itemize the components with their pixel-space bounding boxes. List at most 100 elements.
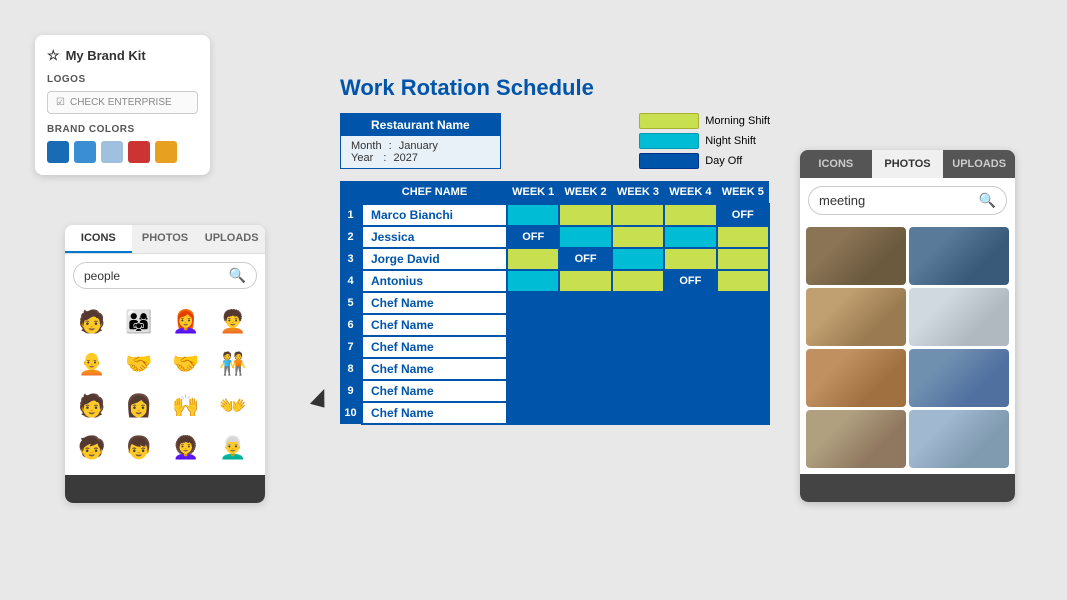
check-enterprise-button[interactable]: ☑ CHECK ENTERPRISE <box>47 91 198 114</box>
photos-search-input[interactable] <box>819 193 974 208</box>
photos-panel: ICONS PHOTOS UPLOADS 🔍 <box>800 150 1015 502</box>
cell-week3 <box>612 248 664 270</box>
legend-night: Night Shift <box>639 133 770 149</box>
schedule-info-body: Month : January Year : 2027 <box>341 136 500 168</box>
photo-4[interactable] <box>909 288 1009 346</box>
icon-family[interactable]: 👨‍👩‍👧 <box>120 303 158 341</box>
photo-3[interactable] <box>806 288 906 346</box>
photo-5[interactable] <box>806 349 906 407</box>
photos-search-icon: 🔍 <box>979 192 996 209</box>
search-icon: 🔍 <box>229 267 246 284</box>
col-week2: WEEK 2 <box>559 181 611 204</box>
icons-panel: ICONS PHOTOS UPLOADS 🔍 🧑 👨‍👩‍👧 👩‍🦰 🧑‍🦱 🧑… <box>65 225 265 503</box>
photo-2[interactable] <box>909 227 1009 285</box>
legend-night-color <box>639 133 699 149</box>
cell-week4 <box>664 380 716 402</box>
icon-person-2[interactable]: 🧑 <box>73 387 111 425</box>
cell-week4 <box>664 248 716 270</box>
cell-week1 <box>507 336 559 358</box>
icon-redhead[interactable]: 👩‍🦰 <box>167 303 205 341</box>
icon-curly[interactable]: 🧑‍🦱 <box>214 303 252 341</box>
logos-label: LOGOS <box>47 74 198 85</box>
cell-week5 <box>717 292 769 314</box>
icon-bald[interactable]: 🧑‍🦲 <box>73 345 111 383</box>
photos-tab-icons[interactable]: ICONS <box>800 150 872 178</box>
chef-name-cell: Jessica <box>362 226 507 248</box>
cell-week2: OFF <box>559 248 611 270</box>
cell-week3 <box>612 204 664 226</box>
row-num: 4 <box>340 270 362 292</box>
color-swatch-5[interactable] <box>155 141 177 163</box>
icon-couple[interactable]: 🧑‍🤝‍🧑 <box>214 345 252 383</box>
icon-open-hands[interactable]: 👐 <box>214 387 252 425</box>
tab-uploads[interactable]: UPLOADS <box>198 225 265 253</box>
cell-week5 <box>717 380 769 402</box>
col-week4: WEEK 4 <box>664 181 716 204</box>
chef-name-cell: Chef Name <box>362 336 507 358</box>
chef-name-cell: Jorge David <box>362 248 507 270</box>
photos-tab-uploads[interactable]: UPLOADS <box>943 150 1015 178</box>
icon-person-1[interactable]: 🧑 <box>73 303 111 341</box>
cell-week4 <box>664 358 716 380</box>
color-swatch-3[interactable] <box>101 141 123 163</box>
schedule-meta-row: Restaurant Name Month : January Year : 2… <box>340 113 770 169</box>
cell-week3 <box>612 226 664 248</box>
row-num: 7 <box>340 336 362 358</box>
chef-name-cell: Chef Name <box>362 402 507 424</box>
brand-kit-panel: ☆ My Brand Kit LOGOS ☑ CHECK ENTERPRISE … <box>35 35 210 175</box>
cell-week4: OFF <box>664 270 716 292</box>
photos-tab-photos[interactable]: PHOTOS <box>872 150 944 178</box>
cell-week1 <box>507 270 559 292</box>
cell-week2 <box>559 226 611 248</box>
photo-8[interactable] <box>909 410 1009 468</box>
icon-boy[interactable]: 👦 <box>120 429 158 467</box>
cell-week5 <box>717 402 769 424</box>
cursor-arrow <box>310 386 329 407</box>
tab-icons[interactable]: ICONS <box>65 225 132 253</box>
brand-colors-row <box>47 141 198 163</box>
icons-search-container: 🔍 <box>73 262 257 289</box>
cell-week1 <box>507 358 559 380</box>
schedule-title: Work Rotation Schedule <box>340 75 770 101</box>
legend-morning-color <box>639 113 699 129</box>
icon-raised-hands[interactable]: 🙌 <box>167 387 205 425</box>
cell-week3 <box>612 380 664 402</box>
icon-woman[interactable]: 👩 <box>120 387 158 425</box>
cell-week1: OFF <box>507 226 559 248</box>
cell-week3 <box>612 402 664 424</box>
icon-man-gray[interactable]: 👨‍🦳 <box>214 429 252 467</box>
cell-week5 <box>717 270 769 292</box>
legend-dayoff-color <box>639 153 699 169</box>
photo-6[interactable] <box>909 349 1009 407</box>
cell-week4 <box>664 402 716 424</box>
icon-handshake-2[interactable]: 🤝 <box>167 345 205 383</box>
cell-week1 <box>507 314 559 336</box>
row-num: 5 <box>340 292 362 314</box>
cell-week1 <box>507 402 559 424</box>
cell-week3 <box>612 292 664 314</box>
photo-1[interactable] <box>806 227 906 285</box>
color-swatch-2[interactable] <box>74 141 96 163</box>
color-swatch-4[interactable] <box>128 141 150 163</box>
row-num: 9 <box>340 380 362 402</box>
row-num: 8 <box>340 358 362 380</box>
cell-week4 <box>664 336 716 358</box>
col-week1: WEEK 1 <box>507 181 559 204</box>
icons-search-input[interactable] <box>84 269 224 283</box>
icon-child[interactable]: 🧒 <box>73 429 111 467</box>
chef-name-cell: Chef Name <box>362 292 507 314</box>
col-week5: WEEK 5 <box>717 181 769 204</box>
icon-woman-curly[interactable]: 👩‍🦱 <box>167 429 205 467</box>
photo-7[interactable] <box>806 410 906 468</box>
cell-week4 <box>664 292 716 314</box>
cell-week1 <box>507 292 559 314</box>
photos-panel-footer <box>800 474 1015 502</box>
color-swatch-1[interactable] <box>47 141 69 163</box>
cell-week1 <box>507 380 559 402</box>
legend-dayoff-label: Day Off <box>705 155 742 167</box>
row-num: 2 <box>340 226 362 248</box>
icon-handshake-1[interactable]: 🤝 <box>120 345 158 383</box>
chef-name-cell: Marco Bianchi <box>362 204 507 226</box>
legend-dayoff: Day Off <box>639 153 770 169</box>
tab-photos[interactable]: PHOTOS <box>132 225 199 253</box>
